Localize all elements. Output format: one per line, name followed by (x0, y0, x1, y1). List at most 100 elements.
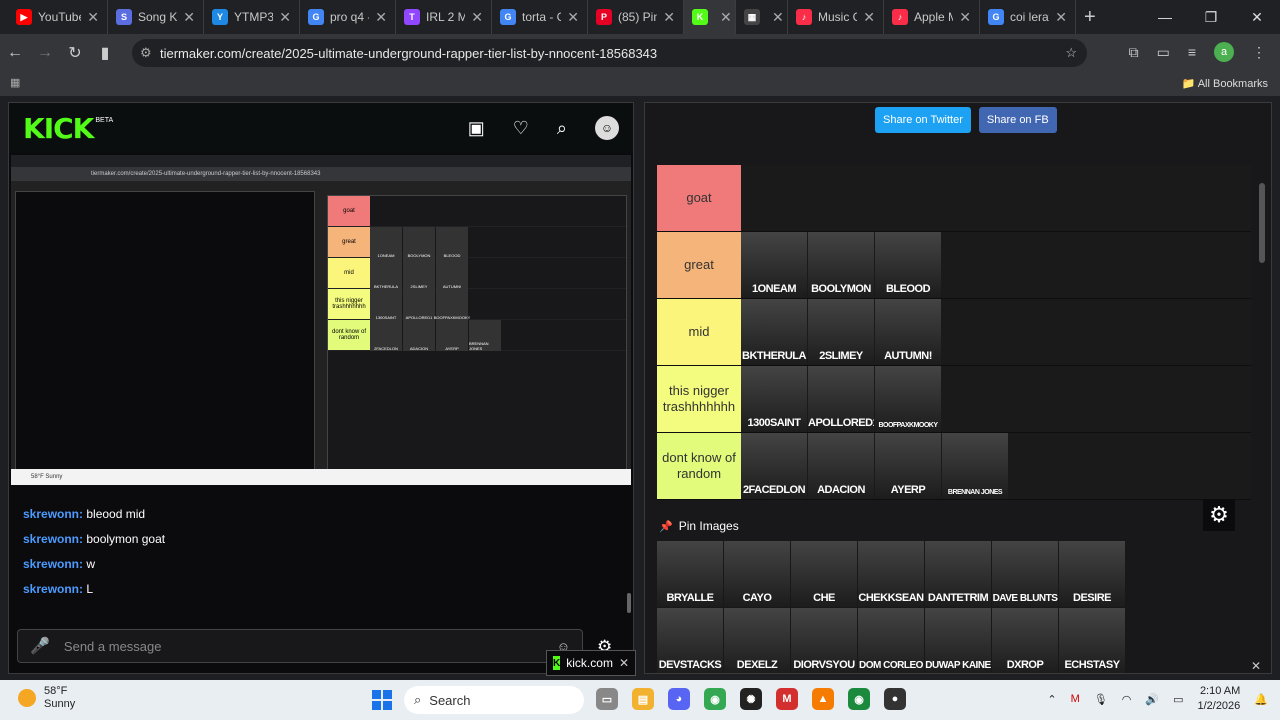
tab-close-icon[interactable]: ✕ (720, 9, 732, 26)
mic-tray-icon[interactable]: 🎙 (1094, 693, 1108, 706)
tier-item[interactable]: AYERP (875, 433, 941, 499)
tab-close-icon[interactable]: ✕ (863, 9, 875, 26)
browser-tab[interactable]: K ✕ (684, 0, 736, 34)
tab-close-icon[interactable]: ✕ (279, 9, 291, 26)
bank-item[interactable]: CHE (791, 541, 857, 607)
chat-username[interactable]: skrewonn: (23, 557, 83, 571)
tab-close-icon[interactable]: ✕ (471, 9, 483, 26)
browser-tab[interactable]: T IRL 2 MA ✕ (396, 0, 492, 34)
tab-close-icon[interactable]: ✕ (567, 9, 579, 26)
browser-tab[interactable]: Gpro q4 - ✕ (300, 0, 396, 34)
tier-item[interactable]: BRENNAN JONES (942, 433, 1008, 499)
start-button-icon[interactable] (372, 690, 392, 710)
share-twitter-button[interactable]: Share on Twitter (875, 107, 971, 133)
user-avatar[interactable]: ☺ (595, 116, 619, 140)
chevron-up-icon[interactable]: ⌃ (1047, 693, 1056, 706)
tab-close-icon[interactable]: ✕ (1055, 9, 1067, 26)
media-icon[interactable]: ≡ (1188, 44, 1196, 60)
tab-close-icon[interactable]: ✕ (772, 9, 784, 26)
bank-item[interactable]: DXROP (992, 608, 1058, 673)
notification-bell-icon[interactable]: 🔔 (1254, 693, 1268, 706)
site-info-icon[interactable]: ⚙ (140, 45, 152, 61)
bank-item[interactable]: ECHSTASY (1059, 608, 1125, 673)
bank-item[interactable]: DOM CORLEO (858, 608, 924, 673)
bank-item[interactable]: DAVE BLUNTS (992, 541, 1058, 607)
bookmark-star-icon[interactable]: ☆ (1065, 45, 1077, 61)
browser-tab[interactable]: ♪ Apple M ✕ (884, 0, 980, 34)
tier-item[interactable]: BLEOOD (875, 232, 941, 298)
page-scrollbar[interactable] (1259, 183, 1265, 263)
back-icon[interactable]: ← (0, 44, 30, 62)
tier-item[interactable]: AUTUMN! (875, 299, 941, 365)
tier-items[interactable]: 1300SAINT APOLLORED1 BOOFPAXKMOOKY (741, 366, 1251, 432)
close-popup-icon[interactable]: ✕ (619, 656, 629, 670)
new-tab-icon[interactable]: + (1084, 6, 1096, 29)
chatgpt-icon[interactable]: ✺ (740, 688, 762, 710)
kick-logo[interactable]: KICK (23, 112, 94, 145)
bank-item[interactable]: DEXELZ (724, 608, 790, 673)
tab-close-icon[interactable]: ✕ (183, 9, 195, 26)
tab-close-icon[interactable]: ✕ (959, 9, 971, 26)
volume-icon[interactable]: 🔊 (1145, 693, 1159, 706)
browser-tab[interactable]: S Song Ke ✕ (108, 0, 204, 34)
chrome-icon[interactable]: ◉ (704, 688, 726, 710)
close-icon[interactable]: ✕ (1251, 659, 1261, 673)
tray-app-icon[interactable]: M (1071, 693, 1080, 705)
heart-icon[interactable]: ♡ (513, 118, 529, 139)
apps-icon[interactable]: ▦ (10, 76, 20, 89)
bank-item[interactable]: DESIRE (1059, 541, 1125, 607)
bank-item[interactable]: DUWAP KAINE (925, 608, 991, 673)
kick-popup[interactable]: K kick.com ✕ (546, 650, 636, 676)
share-fb-button[interactable]: Share on FB (978, 107, 1057, 133)
tier-items[interactable] (741, 165, 1251, 231)
profile-avatar[interactable]: a (1214, 42, 1234, 62)
tier-label[interactable]: dont know of random (657, 433, 741, 499)
side-panel-icon[interactable]: ▮ (90, 43, 120, 63)
bank-item[interactable]: DANTETRIM (925, 541, 991, 607)
chat-username[interactable]: skrewonn: (23, 582, 83, 596)
browser-tab[interactable]: Y YTMP3 ✕ (204, 0, 300, 34)
tier-settings-gear-icon[interactable]: ⚙ (1203, 499, 1235, 531)
tier-item[interactable]: BOOLYMON (808, 232, 874, 298)
taskbar-search[interactable]: ⌕ Search (404, 686, 584, 714)
chat-input[interactable]: 🎤 Send a message ☺ (17, 629, 583, 663)
tier-item[interactable]: 1ONEAM (741, 232, 807, 298)
mic-icon[interactable]: 🎤 (30, 636, 50, 656)
tier-item[interactable]: BOOFPAXKMOOKY (875, 366, 941, 432)
tier-label[interactable]: this nigger trashhhhhhh (657, 366, 741, 432)
tier-label[interactable]: mid (657, 299, 741, 365)
url-field[interactable]: ⚙ tiermaker.com/create/2025-ultimate-und… (132, 39, 1087, 67)
following-icon[interactable]: ▣ (468, 118, 485, 139)
browser-tab[interactable]: P (85) Pint ✕ (588, 0, 684, 34)
tier-item[interactable]: 2SLIMEY (808, 299, 874, 365)
bank-item[interactable]: CHEKKSEAN (858, 541, 924, 607)
browser-tab[interactable]: Gtorta - G ✕ (492, 0, 588, 34)
search-icon[interactable]: ⌕ (557, 118, 567, 139)
tier-item[interactable]: APOLLORED1 (808, 366, 874, 432)
close-window-icon[interactable]: ✕ (1234, 0, 1280, 34)
file-explorer-icon[interactable]: ▤ (632, 688, 654, 710)
tier-item[interactable]: ADACION (808, 433, 874, 499)
tier-items[interactable]: BKTHERULA 2SLIMEY AUTUMN! (741, 299, 1251, 365)
tab-close-icon[interactable]: ✕ (87, 9, 99, 26)
menu-icon[interactable]: ⋮ (1252, 44, 1266, 61)
chat-username[interactable]: skrewonn: (23, 532, 83, 546)
minimize-icon[interactable]: — (1142, 0, 1188, 34)
cast-icon[interactable]: ▭ (1157, 44, 1170, 61)
stream-video[interactable]: tiermaker.com/create/2025-ultimate-under… (11, 155, 631, 485)
bank-item[interactable]: DEVSTACKS (657, 608, 723, 673)
extensions-icon[interactable]: ⧉ (1129, 44, 1139, 61)
fl-studio-icon[interactable]: ▲ (812, 688, 834, 710)
forward-icon[interactable]: → (30, 44, 60, 62)
bank-item[interactable]: CAYO (724, 541, 790, 607)
browser-tab[interactable]: Gcoi leray ✕ (980, 0, 1076, 34)
mail-icon[interactable]: M (776, 688, 798, 710)
wifi-icon[interactable]: ◠ (1122, 693, 1132, 706)
tier-label[interactable]: great (657, 232, 741, 298)
tier-items[interactable]: 2FACEDLON ADACION AYERP BRENNAN JONES (741, 433, 1251, 499)
chat-scrollbar[interactable] (627, 593, 631, 613)
restore-icon[interactable]: ❐ (1188, 0, 1234, 34)
tab-close-icon[interactable]: ✕ (375, 9, 387, 26)
tier-item[interactable]: BKTHERULA (741, 299, 807, 365)
bank-item[interactable]: DIORVSYOU (791, 608, 857, 673)
